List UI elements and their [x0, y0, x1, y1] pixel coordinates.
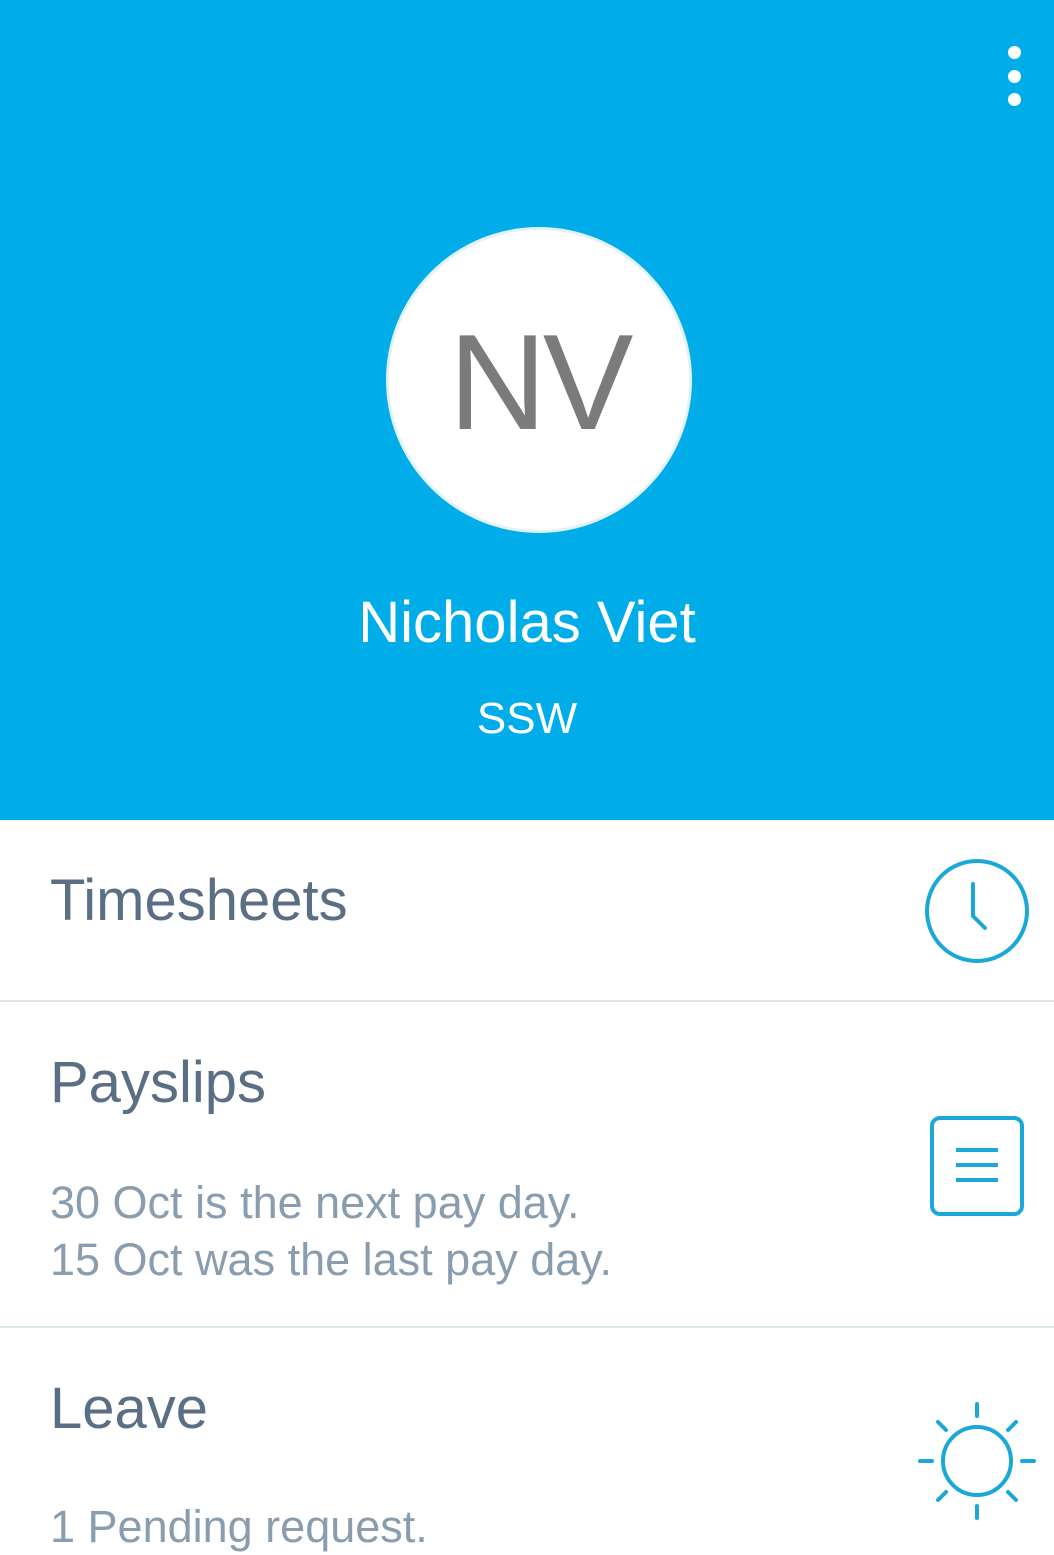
- avatar[interactable]: NV: [389, 230, 689, 530]
- clock-icon: [925, 859, 1029, 963]
- leave-status-text: 1 Pending request.: [50, 1501, 428, 1552]
- menu-item-timesheets[interactable]: Timesheets: [0, 820, 1054, 1002]
- menu-dot: [1007, 46, 1021, 59]
- user-company: SSW: [476, 694, 578, 743]
- sun-icon: [918, 1402, 1036, 1520]
- profile-header: NV Nicholas Viet SSW: [0, 0, 1054, 820]
- next-pay-day-text: 30 Oct is the next pay day.: [50, 1177, 580, 1228]
- menu-dot: [1007, 69, 1021, 83]
- timesheets-title: Timesheets: [50, 868, 348, 933]
- leave-title: Leave: [50, 1376, 209, 1441]
- document-icon: [930, 1116, 1024, 1216]
- menu-item-leave[interactable]: Leave 1 Pending request.: [0, 1328, 1054, 1552]
- more-vert-icon[interactable]: [994, 46, 1034, 106]
- payslips-title: Payslips: [50, 1050, 266, 1115]
- avatar-initials: NV: [448, 306, 634, 458]
- menu-item-payslips[interactable]: Payslips 30 Oct is the next pay day. 15 …: [0, 1002, 1054, 1328]
- last-pay-day-text: 15 Oct was the last pay day.: [50, 1234, 612, 1285]
- user-name: Nicholas Viet: [358, 590, 696, 655]
- menu-dot: [1007, 93, 1021, 106]
